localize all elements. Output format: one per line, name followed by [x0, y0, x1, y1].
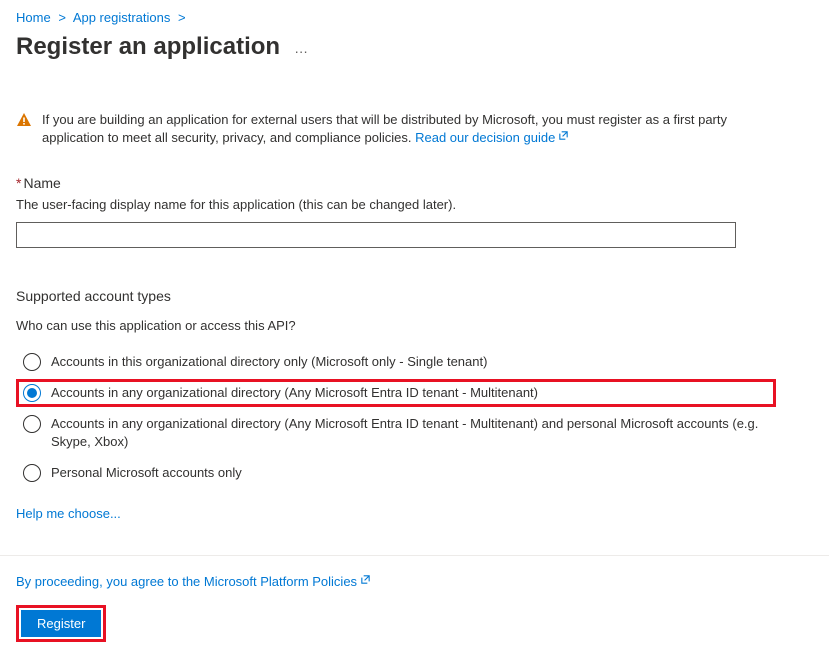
platform-policies-link[interactable]: By proceeding, you agree to the Microsof… [16, 574, 371, 589]
chevron-right-icon: > [178, 10, 186, 25]
help-me-choose-link[interactable]: Help me choose... [16, 506, 121, 521]
chevron-right-icon: > [58, 10, 66, 25]
account-type-option-3[interactable]: Personal Microsoft accounts only [16, 458, 776, 488]
warning-text: If you are building an application for e… [42, 111, 756, 147]
radio-icon [23, 353, 41, 371]
radio-icon [23, 384, 41, 402]
account-type-label: Personal Microsoft accounts only [51, 464, 242, 482]
register-highlight: Register [16, 605, 106, 642]
name-help-text: The user-facing display name for this ap… [16, 197, 813, 212]
account-types-heading: Supported account types [16, 288, 813, 304]
external-link-icon [558, 130, 569, 141]
more-actions-icon[interactable]: … [294, 40, 309, 56]
warning-banner: If you are building an application for e… [16, 111, 756, 147]
name-label: *Name [16, 175, 813, 191]
account-types-sub: Who can use this application or access t… [16, 318, 813, 333]
register-button[interactable]: Register [21, 610, 101, 637]
external-link-icon [360, 574, 371, 585]
account-type-option-0[interactable]: Accounts in this organizational director… [16, 347, 776, 377]
name-input[interactable] [16, 222, 736, 248]
divider [0, 555, 829, 556]
account-type-option-1[interactable]: Accounts in any organizational directory… [16, 379, 776, 407]
warning-icon [16, 112, 32, 131]
name-label-text: Name [23, 175, 60, 191]
breadcrumb: Home > App registrations > [16, 10, 813, 25]
decision-guide-link[interactable]: Read our decision guide [415, 130, 569, 145]
warning-text-prefix: If you are building an application for e… [42, 112, 727, 145]
breadcrumb-home[interactable]: Home [16, 10, 51, 25]
platform-policies-text: By proceeding, you agree to the Microsof… [16, 574, 357, 589]
breadcrumb-app-registrations[interactable]: App registrations [73, 10, 171, 25]
account-types-radio-group: Accounts in this organizational director… [16, 347, 813, 488]
required-indicator: * [16, 175, 21, 191]
page-title: Register an application [16, 33, 280, 61]
radio-icon [23, 415, 41, 433]
radio-icon [23, 464, 41, 482]
account-type-label: Accounts in any organizational directory… [51, 415, 769, 450]
account-type-option-2[interactable]: Accounts in any organizational directory… [16, 409, 776, 456]
account-type-label: Accounts in this organizational director… [51, 353, 487, 371]
decision-guide-link-text: Read our decision guide [415, 130, 555, 145]
account-type-label: Accounts in any organizational directory… [51, 384, 538, 402]
proceed-text: By proceeding, you agree to the Microsof… [16, 574, 813, 589]
